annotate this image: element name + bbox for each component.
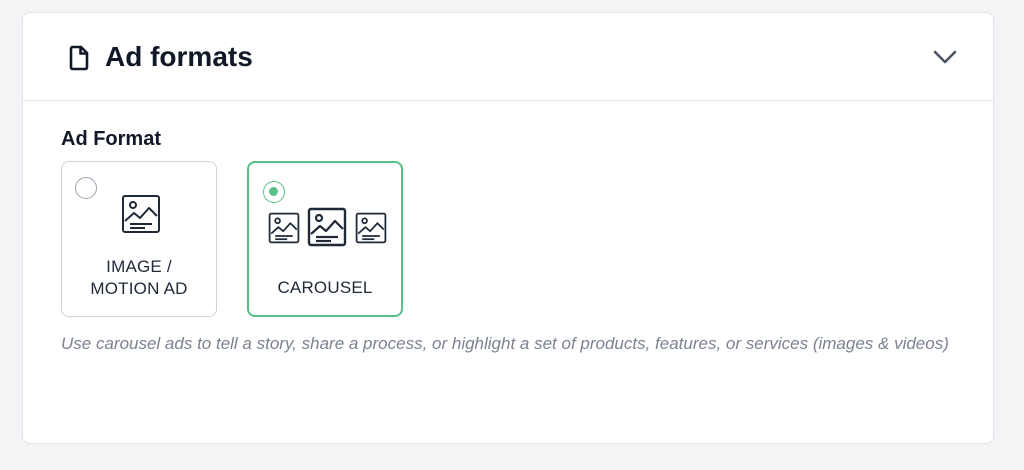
document-icon <box>67 44 91 72</box>
option-label: IMAGE / MOTION AD <box>90 257 188 298</box>
page-title: Ad formats <box>105 41 253 72</box>
image-icon <box>355 212 387 244</box>
format-help-text: Use carousel ads to tell a story, share … <box>61 334 949 353</box>
image-icon <box>268 212 300 244</box>
option-label: CAROUSEL <box>277 278 373 297</box>
ad-formats-panel: Ad formats Ad Format IMAGE / MOTION AD C… <box>22 12 994 444</box>
chevron-down-icon[interactable] <box>929 43 961 71</box>
format-option-image-motion-ad[interactable]: IMAGE / MOTION AD <box>61 161 217 317</box>
image-icon <box>307 207 347 247</box>
panel-header[interactable]: Ad formats <box>23 13 993 101</box>
image-icon <box>121 194 161 234</box>
radio-carousel[interactable] <box>263 181 285 203</box>
format-option-carousel[interactable]: CAROUSEL <box>247 161 403 317</box>
radio-image-motion-ad[interactable] <box>75 177 97 199</box>
ad-format-label: Ad Format <box>61 128 161 150</box>
